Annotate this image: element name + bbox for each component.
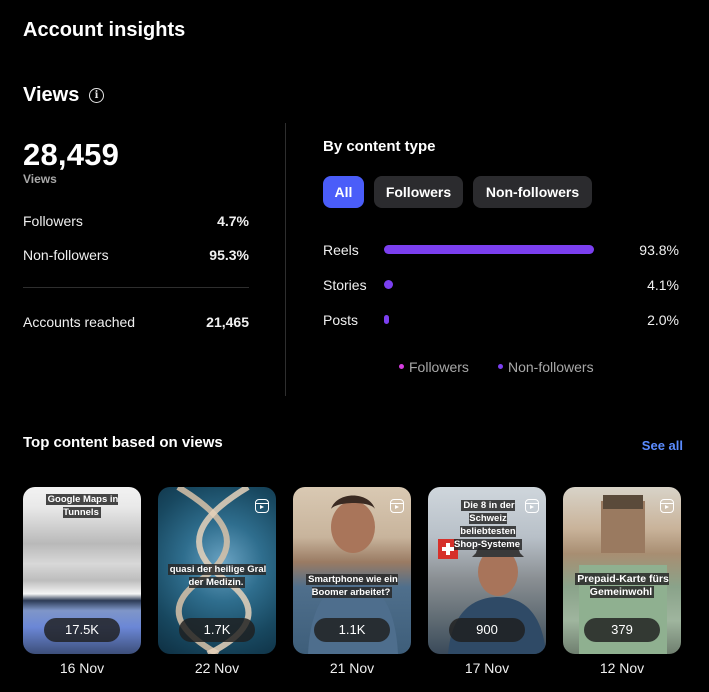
card-caption: quasi der heilige Gral der Medizin.: [167, 564, 267, 588]
views-heading: Views: [23, 84, 80, 106]
non-followers-value: 95.3%: [209, 247, 249, 263]
card-caption: Smartphone wie ein Boomer arbeitet?: [306, 574, 398, 598]
bar-label-stories: Stories: [323, 277, 367, 293]
card-date: 22 Nov: [194, 660, 240, 676]
bar-reels: [384, 245, 608, 254]
card-caption: Google Maps in Tunnels: [45, 494, 119, 518]
card-caption: Die 8 in der Schweiz beliebtesten Shop-S…: [454, 500, 522, 550]
bar-fill-reels: [384, 245, 595, 254]
legend-dot-followers: [399, 363, 404, 369]
reel-icon: [255, 499, 269, 513]
legend-followers: Followers: [399, 359, 469, 375]
card-view-count: 379: [584, 618, 660, 642]
vertical-divider: [285, 123, 286, 396]
reel-icon: [390, 499, 404, 513]
info-icon[interactable]: i: [89, 88, 104, 103]
legend-dot-non-followers: [498, 363, 503, 369]
views-total-label: Views: [23, 172, 57, 186]
accounts-reached-value: 21,465: [206, 314, 249, 330]
card-date: 16 Nov: [59, 660, 105, 676]
bar-label-reels: Reels: [323, 242, 359, 258]
filter-non-followers[interactable]: Non-followers: [473, 176, 592, 208]
divider: [23, 287, 249, 288]
views-total: 28,459: [23, 137, 120, 172]
card-view-count: 1.7K: [179, 618, 255, 642]
content-card[interactable]: Smartphone wie ein Boomer arbeitet? 1.1K: [293, 487, 411, 654]
card-view-count: 900: [449, 618, 525, 642]
followers-label: Followers: [23, 213, 83, 229]
card-view-count: 1.1K: [314, 618, 390, 642]
content-card[interactable]: Die 8 in der Schweiz beliebtesten Shop-S…: [428, 487, 546, 654]
accounts-reached-label: Accounts reached: [23, 314, 136, 330]
filter-all[interactable]: All: [323, 176, 364, 208]
content-type-heading: By content type: [323, 138, 436, 155]
content-card[interactable]: Google Maps in Tunnels 17.5K: [23, 487, 141, 654]
filter-followers[interactable]: Followers: [374, 176, 463, 208]
non-followers-label: Non-followers: [23, 247, 109, 263]
bar-fill-posts: [384, 315, 389, 324]
bar-fill-stories: [384, 280, 394, 289]
bar-percent-posts: 2.0%: [647, 312, 679, 328]
legend-label-non-followers: Non-followers: [508, 359, 594, 375]
bar-label-posts: Posts: [323, 312, 359, 328]
top-content-heading: Top content based on views: [23, 434, 223, 451]
legend-non-followers: Non-followers: [498, 359, 594, 375]
bar-percent-stories: 4.1%: [647, 277, 679, 293]
content-card[interactable]: quasi der heilige Gral der Medizin. 1.7K: [158, 487, 276, 654]
card-date: 17 Nov: [464, 660, 510, 676]
content-card[interactable]: Prepaid-Karte fürs Gemeinwohl 379: [563, 487, 681, 654]
bar-posts: [384, 315, 608, 324]
followers-value: 4.7%: [217, 213, 249, 229]
page-title: Account insights: [23, 19, 186, 41]
bar-percent-reels: 93.8%: [639, 242, 679, 258]
bar-stories: [384, 280, 608, 289]
card-view-count: 17.5K: [44, 618, 120, 642]
see-all-link[interactable]: See all: [633, 438, 683, 453]
legend-label-followers: Followers: [409, 359, 469, 375]
card-caption: Prepaid-Karte fürs Gemeinwohl: [575, 573, 669, 598]
card-date: 21 Nov: [329, 660, 375, 676]
card-date: 12 Nov: [599, 660, 645, 676]
reel-icon: [660, 499, 674, 513]
